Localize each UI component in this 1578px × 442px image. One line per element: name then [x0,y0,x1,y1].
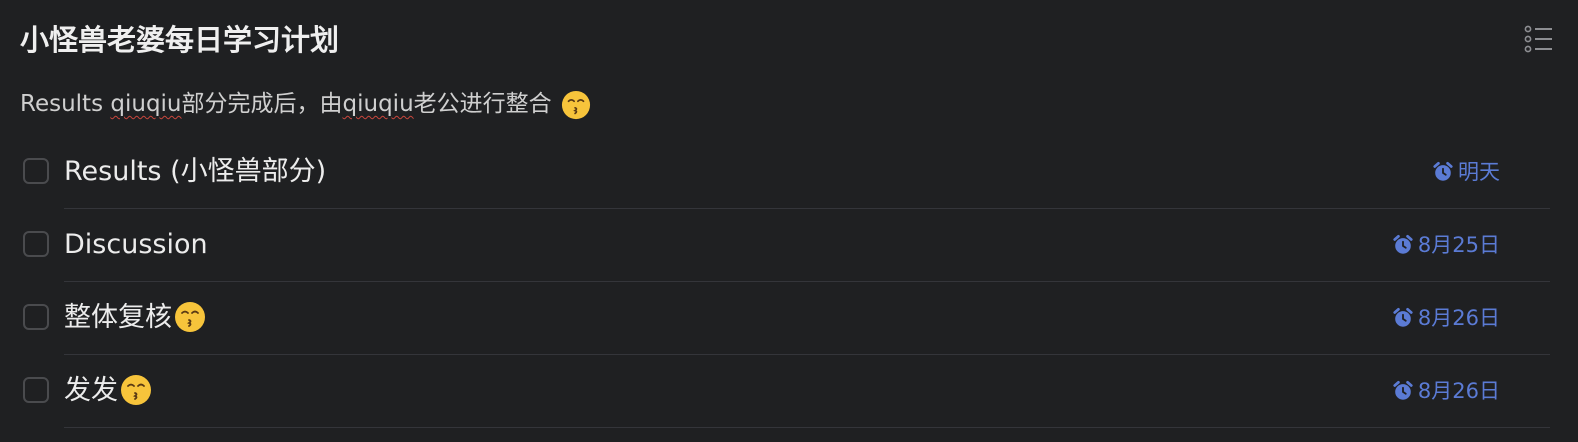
task-due-date[interactable]: 8月25日 [1392,228,1500,262]
list-title[interactable]: 小怪兽老婆每日学习计划 [20,18,339,62]
alarm-clock-icon [1393,234,1413,254]
task-title[interactable]: 发发 [64,369,152,413]
task-due-date[interactable]: 8月26日 [1392,301,1500,335]
kissing-face-emoji-icon [175,301,205,332]
task-title-text: Results (小怪兽部分) [64,156,327,187]
task-list: Results (小怪兽部分) 明天 Discussion 8月25日 整体复核… [0,136,1578,428]
task-due-label: 8月26日 [1417,379,1500,403]
description-word-1: qiuqiu [110,91,182,117]
task-checkbox[interactable] [23,158,49,184]
list-description[interactable]: Results qiuqiu部分完成后，由qiuqiu老公进行整合 [20,84,591,124]
description-suffix: 老公进行整合 [413,91,552,117]
task-row[interactable]: Discussion 8月25日 [0,209,1578,282]
alarm-clock-icon [1393,307,1413,327]
task-title-text: Discussion [64,229,208,260]
list-options-icon[interactable] [1524,24,1554,54]
task-row[interactable]: Results (小怪兽部分) 明天 [0,136,1578,209]
task-due-label: 8月25日 [1417,233,1500,257]
task-list-panel: 小怪兽老婆每日学习计划 Results qiuqiu部分完成后，由qiuqiu老… [0,0,1578,442]
task-title-text: 发发 [64,375,118,406]
kissing-face-emoji-icon [121,374,151,405]
task-due-label: 明天 [1458,160,1500,184]
task-due-label: 8月26日 [1417,306,1500,330]
task-row[interactable]: 整体复核 8月26日 [0,282,1578,355]
description-prefix: Results [20,91,111,117]
task-title[interactable]: Results (小怪兽部分) [64,150,326,194]
task-checkbox[interactable] [23,304,49,330]
task-checkbox[interactable] [23,231,49,257]
task-title[interactable]: Discussion [64,223,208,267]
task-title-text: 整体复核 [64,302,172,333]
task-checkbox[interactable] [23,377,49,403]
task-row[interactable]: 发发 8月26日 [0,355,1578,428]
task-due-date[interactable]: 8月26日 [1392,374,1500,408]
task-divider [64,427,1550,428]
alarm-clock-icon [1433,161,1453,181]
description-middle: 部分完成后，由 [181,91,343,117]
alarm-clock-icon [1393,380,1413,400]
description-word-2: qiuqiu [342,91,414,117]
task-due-date[interactable]: 明天 [1432,155,1500,189]
kissing-face-emoji-icon [561,90,591,119]
task-title[interactable]: 整体复核 [64,296,206,340]
